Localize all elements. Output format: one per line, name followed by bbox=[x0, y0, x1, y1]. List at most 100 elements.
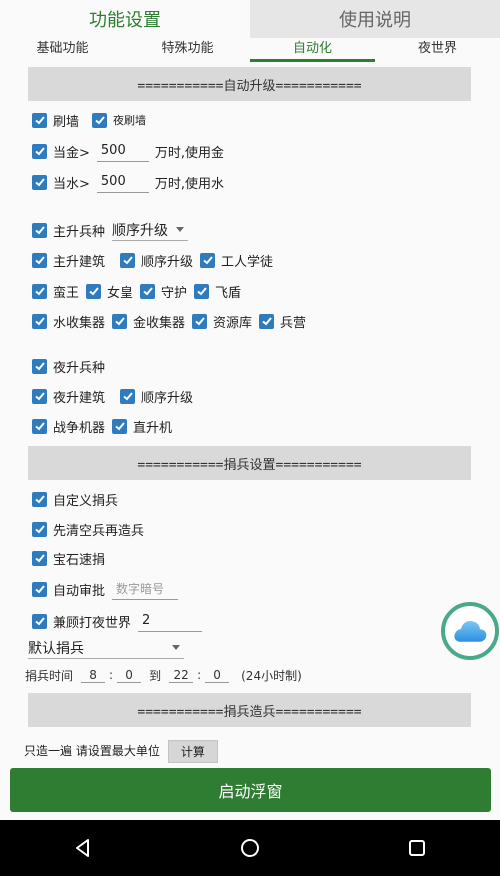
night-order-label: 顺序升级 bbox=[141, 390, 194, 406]
gold-mine-checkbox[interactable]: 金收集器 bbox=[112, 312, 185, 331]
default-donate-dropdown[interactable]: 默认捐兵 bbox=[28, 637, 184, 659]
warden-checkbox[interactable]: 守护 bbox=[140, 282, 187, 301]
back-icon[interactable] bbox=[71, 836, 95, 860]
main-troops-label: 主升兵种 bbox=[53, 224, 106, 240]
night-world-checkbox[interactable]: 兼顾打夜世界 bbox=[32, 612, 131, 631]
gold-mine-label: 金收集器 bbox=[133, 315, 186, 331]
barbarian-king-checkbox[interactable]: 蛮王 bbox=[32, 282, 79, 301]
check-icon bbox=[112, 418, 128, 434]
gem-donate-label: 宝石速捐 bbox=[53, 552, 106, 568]
elixir-threshold-input[interactable]: 500 bbox=[96, 171, 149, 193]
section-auto-upgrade: ===========自动升级=========== bbox=[28, 67, 471, 101]
custom-donate-label: 自定义捐兵 bbox=[53, 493, 119, 509]
tab-basic[interactable]: 基础功能 bbox=[0, 38, 125, 62]
check-icon bbox=[32, 222, 47, 238]
archer-queen-label: 女皇 bbox=[107, 285, 134, 301]
donate-time-label: 捐兵时间 bbox=[25, 668, 74, 683]
gold-prefix-label: 当金> bbox=[53, 145, 90, 161]
code-input[interactable]: 数字暗号 bbox=[112, 578, 179, 600]
archer-queen-checkbox[interactable]: 女皇 bbox=[86, 282, 133, 301]
start-minute-input[interactable]: 0 bbox=[117, 668, 142, 683]
builder-apprentice-checkbox[interactable]: 工人学徒 bbox=[200, 251, 273, 270]
clear-then-train-checkbox[interactable]: 先清空兵再造兵 bbox=[32, 520, 144, 539]
check-icon bbox=[112, 313, 128, 329]
chevron-down-icon bbox=[172, 645, 180, 650]
order-upgrade-label: 顺序升级 bbox=[141, 254, 194, 270]
home-icon[interactable] bbox=[238, 836, 262, 860]
auto-approve-label: 自动审批 bbox=[53, 583, 106, 599]
tab-special[interactable]: 特殊功能 bbox=[125, 38, 250, 62]
system-nav-bar bbox=[0, 820, 500, 876]
check-icon bbox=[192, 313, 208, 329]
order-upgrade-checkbox[interactable]: 顺序升级 bbox=[120, 251, 193, 270]
elixir-collector-label: 水收集器 bbox=[53, 315, 106, 331]
check-icon bbox=[32, 252, 47, 268]
main-buildings-checkbox[interactable]: 主升建筑 bbox=[32, 251, 105, 270]
clear-then-train-label: 先清空兵再造兵 bbox=[53, 523, 145, 539]
elixir-prefix-label: 当水> bbox=[53, 176, 90, 192]
end-minute-input[interactable]: 0 bbox=[205, 668, 230, 683]
gold-threshold-checkbox[interactable]: 当金> bbox=[32, 142, 90, 161]
barracks-checkbox[interactable]: 兵营 bbox=[259, 312, 306, 331]
storage-label: 资源库 bbox=[213, 315, 253, 331]
main-troops-checkbox[interactable]: 主升兵种 bbox=[32, 221, 105, 240]
check-icon bbox=[32, 388, 47, 404]
night-troops-checkbox[interactable]: 夜升兵种 bbox=[32, 357, 105, 376]
barracks-label: 兵营 bbox=[280, 315, 307, 331]
tab-instructions[interactable]: 使用说明 bbox=[250, 0, 500, 38]
section-donate-settings: ===========捐兵设置=========== bbox=[28, 446, 471, 480]
elixir-collector-checkbox[interactable]: 水收集器 bbox=[32, 312, 105, 331]
warden-label: 守护 bbox=[161, 285, 188, 301]
calculate-button[interactable]: 计算 bbox=[167, 740, 218, 763]
royal-champion-checkbox[interactable]: 飞盾 bbox=[194, 282, 241, 301]
sub-tabs: 基础功能 特殊功能 自动化 夜世界 bbox=[0, 38, 500, 62]
tab-night-world[interactable]: 夜世界 bbox=[375, 38, 500, 62]
night-troops-label: 夜升兵种 bbox=[53, 360, 106, 376]
helicopter-checkbox[interactable]: 直升机 bbox=[112, 417, 172, 436]
check-icon bbox=[120, 252, 136, 268]
end-hour-input[interactable]: 22 bbox=[169, 668, 194, 683]
top-tabs: 功能设置 使用说明 bbox=[0, 0, 500, 38]
check-icon bbox=[120, 388, 136, 404]
custom-donate-checkbox[interactable]: 自定义捐兵 bbox=[32, 490, 118, 509]
hour-format-hint: (24小时制) bbox=[241, 668, 302, 683]
check-icon bbox=[259, 313, 275, 329]
war-machine-checkbox[interactable]: 战争机器 bbox=[32, 417, 105, 436]
recents-icon[interactable] bbox=[405, 836, 429, 860]
gold-threshold-input[interactable]: 500 bbox=[96, 140, 149, 162]
troop-order-value: 顺序升级 bbox=[112, 222, 169, 239]
builder-apprentice-label: 工人学徒 bbox=[221, 254, 274, 270]
check-icon bbox=[140, 283, 156, 299]
check-icon bbox=[86, 283, 102, 299]
night-buildings-checkbox[interactable]: 夜升建筑 bbox=[32, 387, 105, 406]
check-icon bbox=[200, 252, 216, 268]
check-icon bbox=[32, 613, 47, 629]
check-icon bbox=[32, 491, 47, 507]
floating-cloud-button[interactable] bbox=[441, 602, 499, 660]
night-order-checkbox[interactable]: 顺序升级 bbox=[120, 387, 193, 406]
train-once-label: 只造一遍 请设置最大单位 bbox=[24, 744, 160, 758]
night-world-label: 兼顾打夜世界 bbox=[53, 615, 132, 631]
check-icon bbox=[32, 174, 47, 190]
tab-automation[interactable]: 自动化 bbox=[250, 38, 375, 62]
royal-champion-label: 飞盾 bbox=[215, 285, 242, 301]
elixir-threshold-checkbox[interactable]: 当水> bbox=[32, 173, 90, 192]
check-icon bbox=[32, 283, 47, 299]
tab-function-settings[interactable]: 功能设置 bbox=[0, 0, 250, 38]
troop-order-dropdown[interactable]: 顺序升级 bbox=[112, 219, 189, 241]
gem-donate-checkbox[interactable]: 宝石速捐 bbox=[32, 549, 105, 568]
check-icon bbox=[32, 581, 47, 597]
wall-checkbox[interactable]: 刷墙 bbox=[32, 111, 79, 130]
war-machine-label: 战争机器 bbox=[53, 420, 106, 436]
start-floating-window-button[interactable]: 启动浮窗 bbox=[10, 768, 491, 812]
start-hour-input[interactable]: 8 bbox=[81, 668, 106, 683]
helicopter-label: 直升机 bbox=[133, 420, 173, 436]
cloud-icon bbox=[454, 620, 487, 642]
main-buildings-label: 主升建筑 bbox=[53, 254, 106, 270]
auto-approve-checkbox[interactable]: 自动审批 bbox=[32, 580, 105, 599]
check-icon bbox=[32, 521, 47, 537]
storage-checkbox[interactable]: 资源库 bbox=[192, 312, 252, 331]
night-world-input[interactable]: 2 bbox=[138, 610, 203, 632]
night-buildings-label: 夜升建筑 bbox=[53, 390, 106, 406]
night-wall-checkbox[interactable]: 夜刷墙 bbox=[92, 112, 146, 128]
